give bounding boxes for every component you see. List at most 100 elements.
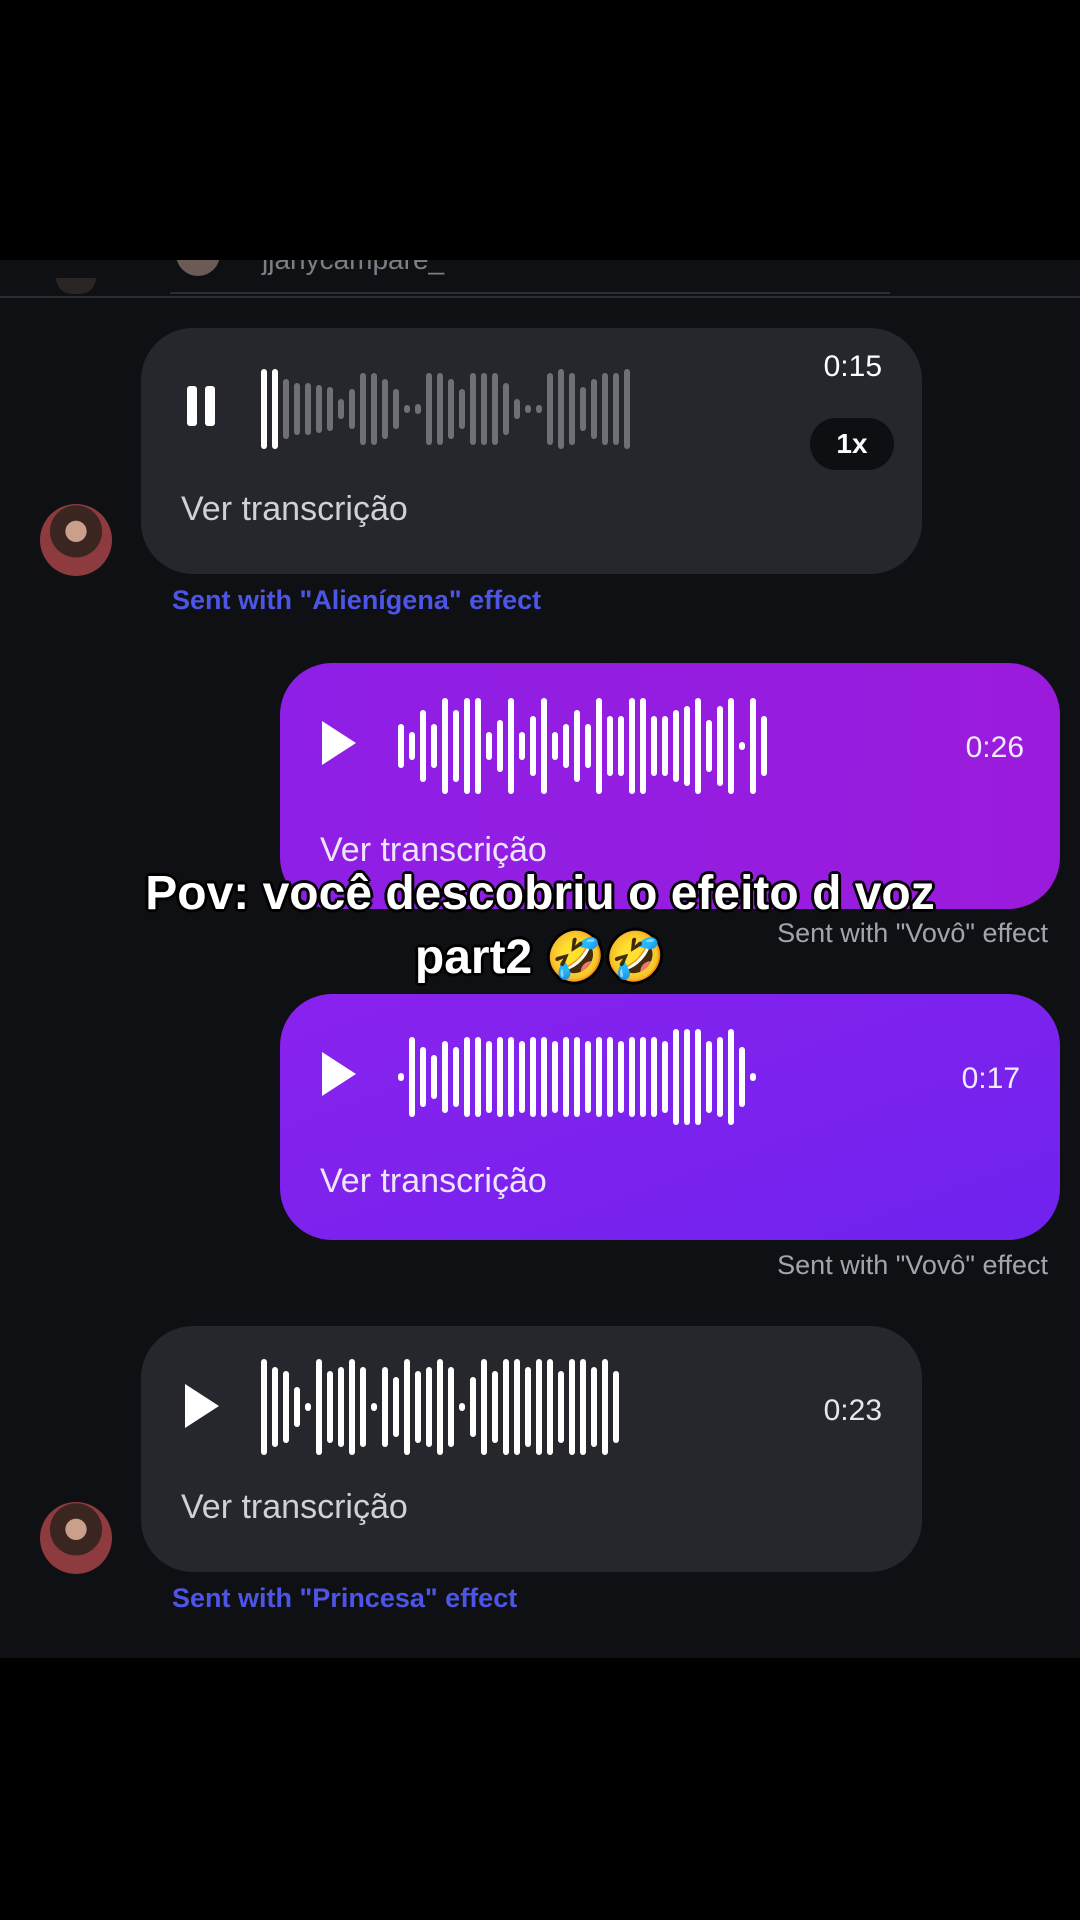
waveform-bar [294, 1387, 300, 1427]
view-transcription-button[interactable]: Ver transcrição [181, 490, 408, 529]
waveform-bar [525, 1367, 531, 1447]
effect-label: Sent with "Vovô" effect [777, 1250, 1048, 1280]
waveform-bar [673, 710, 679, 782]
waveform-scrubber[interactable] [398, 1022, 918, 1132]
waveform-bar [316, 1359, 322, 1455]
waveform-bar [371, 1403, 377, 1411]
caption-line: Pov: você descobriu o efeito d voz [145, 867, 935, 920]
waveform-bar [613, 373, 619, 445]
avatar[interactable] [40, 504, 112, 576]
waveform-bar [481, 373, 487, 445]
waveform-bar [283, 379, 289, 439]
play-button[interactable] [322, 1052, 366, 1102]
waveform-bar [618, 716, 624, 776]
waveform-bar [563, 1037, 569, 1117]
waveform-bar [393, 1377, 399, 1437]
waveform-bar [541, 1037, 547, 1117]
waveform-bar [580, 387, 586, 431]
waveform-bar [464, 698, 470, 794]
waveform-bar [624, 369, 630, 449]
voice-message-bubble[interactable]: 0:23 Ver transcrição [141, 1326, 922, 1572]
view-transcription-button[interactable]: Ver transcrição [320, 1162, 547, 1201]
waveform-bar [448, 1367, 454, 1447]
playback-speed-button[interactable]: 1x [810, 418, 894, 470]
waveform-bar [327, 1371, 333, 1443]
waveform-bar [662, 716, 668, 776]
waveform-bar [382, 379, 388, 439]
effect-label[interactable]: Sent with "Alienígena" effect [172, 585, 541, 616]
waveform-scrubber[interactable] [261, 1352, 781, 1462]
waveform-bar [492, 373, 498, 445]
waveform-scrubber[interactable] [398, 691, 918, 801]
view-transcription-button[interactable]: Ver transcrição [181, 1488, 408, 1527]
avatar[interactable] [40, 1502, 112, 1574]
waveform-bar [393, 389, 399, 429]
waveform-bar [261, 1359, 267, 1455]
divider [170, 292, 890, 294]
waveform-bar [349, 1359, 355, 1455]
waveform-bar [514, 399, 520, 419]
waveform-bar [607, 1037, 613, 1117]
waveform-bar [470, 1377, 476, 1437]
waveform-bar [695, 698, 701, 794]
waveform-bar [706, 1041, 712, 1113]
waveform-bar [481, 1359, 487, 1455]
voice-message-bubble[interactable]: 0:15 1x Ver transcrição [141, 328, 922, 574]
waveform-bar [272, 1367, 278, 1447]
video-caption: Pov: você descobriu o efeito d voz part2… [80, 862, 1000, 990]
duration-label: 0:15 [823, 350, 882, 383]
waveform-bar [398, 724, 404, 768]
waveform-bar [591, 379, 597, 439]
voice-message-bubble[interactable]: 0:17 Ver transcrição [280, 994, 1060, 1240]
waveform-bar [294, 383, 300, 435]
pause-button[interactable] [187, 386, 231, 436]
play-icon [322, 721, 356, 765]
waveform-bar [662, 1041, 668, 1113]
waveform-bar [409, 1037, 415, 1117]
waveform-bar [448, 379, 454, 439]
waveform-bar [629, 698, 635, 794]
waveform-bar [728, 698, 734, 794]
waveform-bar [338, 399, 344, 419]
waveform-bar [316, 385, 322, 433]
waveform-bar [382, 1367, 388, 1447]
waveform-bar [398, 1073, 404, 1081]
waveform-bar [728, 1029, 734, 1125]
waveform-bar [706, 720, 712, 772]
waveform-bar [640, 698, 646, 794]
waveform-bar [475, 698, 481, 794]
waveform-bar [673, 1029, 679, 1125]
waveform-bar [349, 389, 355, 429]
waveform-bar [558, 1371, 564, 1443]
waveform-bar [437, 1359, 443, 1455]
waveform-bar [420, 710, 426, 782]
waveform-bar [580, 1359, 586, 1455]
play-button[interactable] [185, 1384, 229, 1434]
waveform-bar [613, 1371, 619, 1443]
waveform-bar [486, 1041, 492, 1113]
waveform-bar [464, 1037, 470, 1117]
play-icon [185, 1384, 219, 1428]
waveform-bar [530, 1037, 536, 1117]
waveform-bar [739, 742, 745, 750]
waveform-bar [750, 1073, 756, 1081]
waveform-bar [338, 1367, 344, 1447]
waveform-bar [360, 1367, 366, 1447]
waveform-bar [640, 1037, 646, 1117]
waveform-bar [739, 1047, 745, 1107]
waveform-bar [470, 373, 476, 445]
waveform-bar [602, 1359, 608, 1455]
waveform-bar [629, 1037, 635, 1117]
waveform-bar [431, 1055, 437, 1099]
waveform-bar [558, 369, 564, 449]
waveform-scrubber[interactable] [261, 354, 781, 464]
waveform-bar [497, 720, 503, 772]
username-label: jjanycampare_ [262, 260, 444, 276]
play-button[interactable] [322, 721, 366, 771]
waveform-bar [442, 698, 448, 794]
pause-icon [187, 386, 197, 426]
effect-label[interactable]: Sent with "Princesa" effect [172, 1583, 517, 1614]
duration-label: 0:26 [965, 731, 1024, 764]
waveform-bar [596, 698, 602, 794]
waveform-bar [508, 698, 514, 794]
